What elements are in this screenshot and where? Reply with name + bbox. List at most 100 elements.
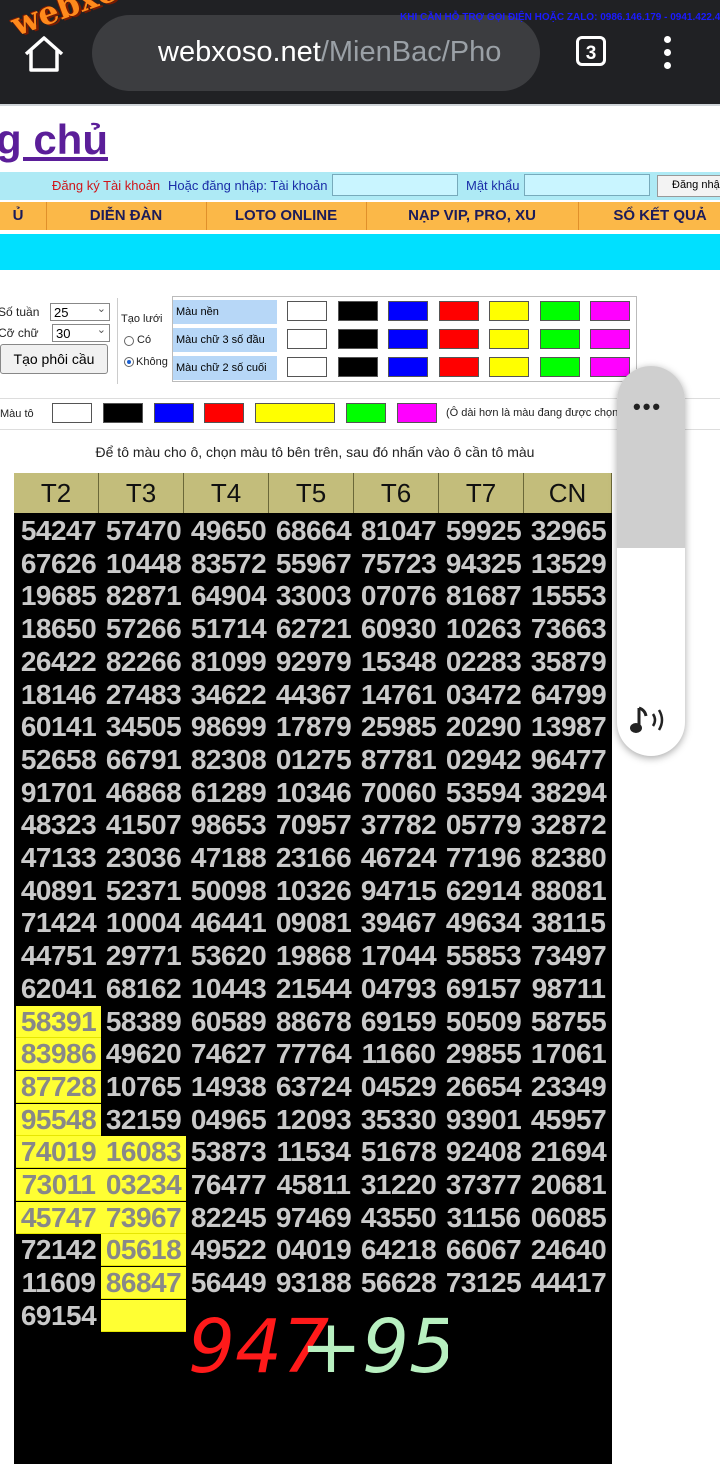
table-cell[interactable]: 70957 (271, 809, 356, 841)
table-cell[interactable]: 49650 (186, 515, 271, 547)
table-cell[interactable]: 69157 (441, 973, 526, 1005)
table-cell[interactable]: 49634 (441, 907, 526, 939)
table-cell[interactable]: 24640 (526, 1234, 611, 1266)
table-cell[interactable]: 59925 (441, 515, 526, 547)
table-cell[interactable]: 91701 (16, 777, 101, 809)
table-cell[interactable]: 18650 (16, 613, 101, 645)
table-cell[interactable]: 17061 (526, 1038, 611, 1070)
table-cell[interactable]: 13529 (526, 548, 611, 580)
table-cell[interactable]: 37782 (356, 809, 441, 841)
table-cell[interactable]: 56628 (356, 1267, 441, 1299)
tab-count-button[interactable]: 3 (576, 36, 606, 66)
first3-color-swatch[interactable] (287, 329, 327, 349)
table-cell[interactable]: 19868 (271, 940, 356, 972)
table-cell[interactable]: 46441 (186, 907, 271, 939)
table-cell[interactable]: 41507 (101, 809, 186, 841)
table-cell[interactable]: 55853 (441, 940, 526, 972)
table-cell[interactable]: 23036 (101, 842, 186, 874)
table-cell[interactable]: 82380 (526, 842, 611, 874)
table-cell[interactable]: 54247 (16, 515, 101, 547)
bg-color-swatch[interactable] (489, 301, 529, 321)
table-cell[interactable]: 15348 (356, 646, 441, 678)
last2-color-swatch[interactable] (539, 357, 580, 377)
table-cell[interactable]: 37377 (441, 1169, 526, 1201)
table-cell[interactable]: 44417 (526, 1267, 611, 1299)
table-cell[interactable]: 57470 (101, 515, 186, 547)
table-cell[interactable]: 04019 (271, 1234, 356, 1266)
table-cell[interactable]: 73967 (101, 1201, 186, 1234)
table-cell[interactable]: 32872 (526, 809, 611, 841)
table-cell[interactable]: 04529 (356, 1071, 441, 1103)
table-cell[interactable]: 77764 (271, 1038, 356, 1070)
table-cell[interactable]: 10004 (101, 907, 186, 939)
table-cell[interactable]: 17879 (271, 711, 356, 743)
table-cell[interactable]: 62041 (16, 973, 101, 1005)
table-cell[interactable]: 05779 (441, 809, 526, 841)
bg-color-swatch[interactable] (590, 301, 630, 321)
table-cell[interactable]: 46724 (356, 842, 441, 874)
table-cell[interactable]: 57266 (101, 613, 186, 645)
table-cell[interactable]: 10765 (101, 1071, 186, 1103)
table-cell[interactable]: 02942 (441, 744, 526, 776)
nav-item-vip[interactable]: NẠP VIP, PRO, XU (366, 202, 579, 230)
table-cell[interactable]: 72142 (16, 1234, 101, 1266)
table-cell[interactable]: 34622 (186, 679, 271, 711)
grid-yes-radio[interactable] (124, 336, 134, 346)
table-cell[interactable]: 50098 (186, 875, 271, 907)
table-cell[interactable]: 10346 (271, 777, 356, 809)
table-cell[interactable]: 97469 (271, 1202, 356, 1234)
table-cell[interactable]: 26422 (16, 646, 101, 678)
table-cell[interactable]: 82871 (101, 580, 186, 612)
table-cell[interactable]: 34505 (101, 711, 186, 743)
table-cell[interactable]: 43550 (356, 1202, 441, 1234)
table-cell[interactable]: 75723 (356, 548, 441, 580)
table-cell[interactable]: 83986 (16, 1038, 101, 1071)
table-cell[interactable]: 71424 (16, 907, 101, 939)
first3-color-swatch[interactable] (489, 329, 529, 349)
table-cell[interactable]: 48323 (16, 809, 101, 841)
table-cell[interactable]: 20290 (441, 711, 526, 743)
table-cell[interactable]: 04965 (186, 1104, 271, 1136)
table-cell[interactable]: 98711 (526, 973, 611, 1005)
table-cell[interactable]: 51678 (356, 1136, 441, 1168)
table-cell[interactable]: 82266 (101, 646, 186, 678)
table-cell[interactable]: 93901 (441, 1104, 526, 1136)
table-cell[interactable]: 81047 (356, 515, 441, 547)
table-cell[interactable]: 38115 (526, 907, 611, 939)
table-cell[interactable]: 61289 (186, 777, 271, 809)
bg-color-swatch[interactable] (539, 301, 580, 321)
table-cell[interactable]: 11534 (271, 1136, 356, 1168)
table-cell[interactable]: 73125 (441, 1267, 526, 1299)
table-cell[interactable]: 26654 (441, 1071, 526, 1103)
table-cell[interactable]: 27483 (101, 679, 186, 711)
first3-color-swatch[interactable] (337, 329, 378, 349)
table-cell[interactable]: 74627 (186, 1038, 271, 1070)
table-cell[interactable]: 45957 (526, 1104, 611, 1136)
table-cell[interactable]: 01275 (271, 744, 356, 776)
table-cell[interactable]: 06085 (526, 1202, 611, 1234)
table-cell[interactable]: 58391 (16, 1005, 101, 1038)
table-cell[interactable]: 12093 (271, 1104, 356, 1136)
table-cell[interactable]: 63724 (271, 1071, 356, 1103)
table-cell[interactable]: 53594 (441, 777, 526, 809)
table-cell[interactable]: 56449 (186, 1267, 271, 1299)
table-cell[interactable]: 44367 (271, 679, 356, 711)
table-cell[interactable]: 29771 (101, 940, 186, 972)
table-cell[interactable]: 69159 (356, 1006, 441, 1038)
table-cell[interactable]: 73497 (526, 940, 611, 972)
username-input[interactable] (332, 174, 458, 196)
first3-color-swatch[interactable] (590, 329, 630, 349)
table-cell[interactable]: 93188 (271, 1267, 356, 1299)
table-cell[interactable]: 49620 (101, 1038, 186, 1070)
table-cell[interactable]: 38294 (526, 777, 611, 809)
last2-color-swatch[interactable] (287, 357, 327, 377)
table-cell[interactable]: 58755 (526, 1006, 611, 1038)
table-cell[interactable]: 66067 (441, 1234, 526, 1266)
table-cell[interactable]: 35330 (356, 1104, 441, 1136)
table-cell[interactable]: 10326 (271, 875, 356, 907)
nav-item-results-book[interactable]: SỔ KẾT QUẢ (578, 202, 720, 230)
table-cell[interactable]: 60930 (356, 613, 441, 645)
floating-media-panel[interactable]: ••• (617, 366, 685, 756)
table-cell[interactable]: 40891 (16, 875, 101, 907)
bg-color-swatch[interactable] (388, 301, 428, 321)
